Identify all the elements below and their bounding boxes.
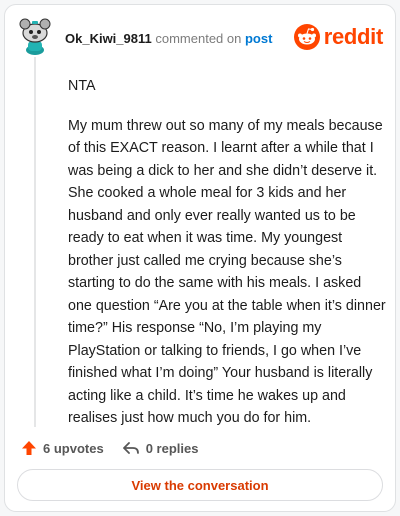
reddit-wordmark: reddit	[323, 24, 384, 49]
upvote-arrow-icon	[22, 441, 36, 455]
comment-footer: 6 upvotes 0 replies	[21, 437, 216, 459]
comment-body: NTA My mum threw out so many of my meals…	[68, 75, 386, 447]
upvote-button[interactable]: 6 upvotes	[21, 440, 104, 456]
post-link[interactable]: post	[245, 31, 272, 46]
snoo-avatar-icon[interactable]	[17, 15, 53, 55]
reply-arrow-icon	[122, 442, 139, 454]
comment-action-text: commented on	[155, 31, 242, 46]
comment-card: Ok_Kiwi_9811 commented on post reddit NT…	[4, 4, 396, 512]
comment-paragraph: NTA	[68, 78, 96, 94]
comment-header: Ok_Kiwi_9811 commented on post reddit	[17, 15, 383, 61]
comment-byline: Ok_Kiwi_9811 commented on post	[65, 31, 272, 46]
reddit-logo-icon	[293, 24, 320, 50]
username-link[interactable]: Ok_Kiwi_9811	[65, 31, 152, 46]
upvote-count: 6 upvotes	[43, 440, 104, 456]
thread-line	[34, 57, 36, 427]
comment-paragraph: My mum threw out so many of my meals bec…	[68, 117, 386, 427]
reddit-logo[interactable]: reddit	[293, 23, 384, 51]
reply-count: 0 replies	[145, 440, 199, 456]
view-conversation-button[interactable]: View the conversation	[17, 469, 383, 501]
reply-button[interactable]: 0 replies	[122, 440, 199, 456]
